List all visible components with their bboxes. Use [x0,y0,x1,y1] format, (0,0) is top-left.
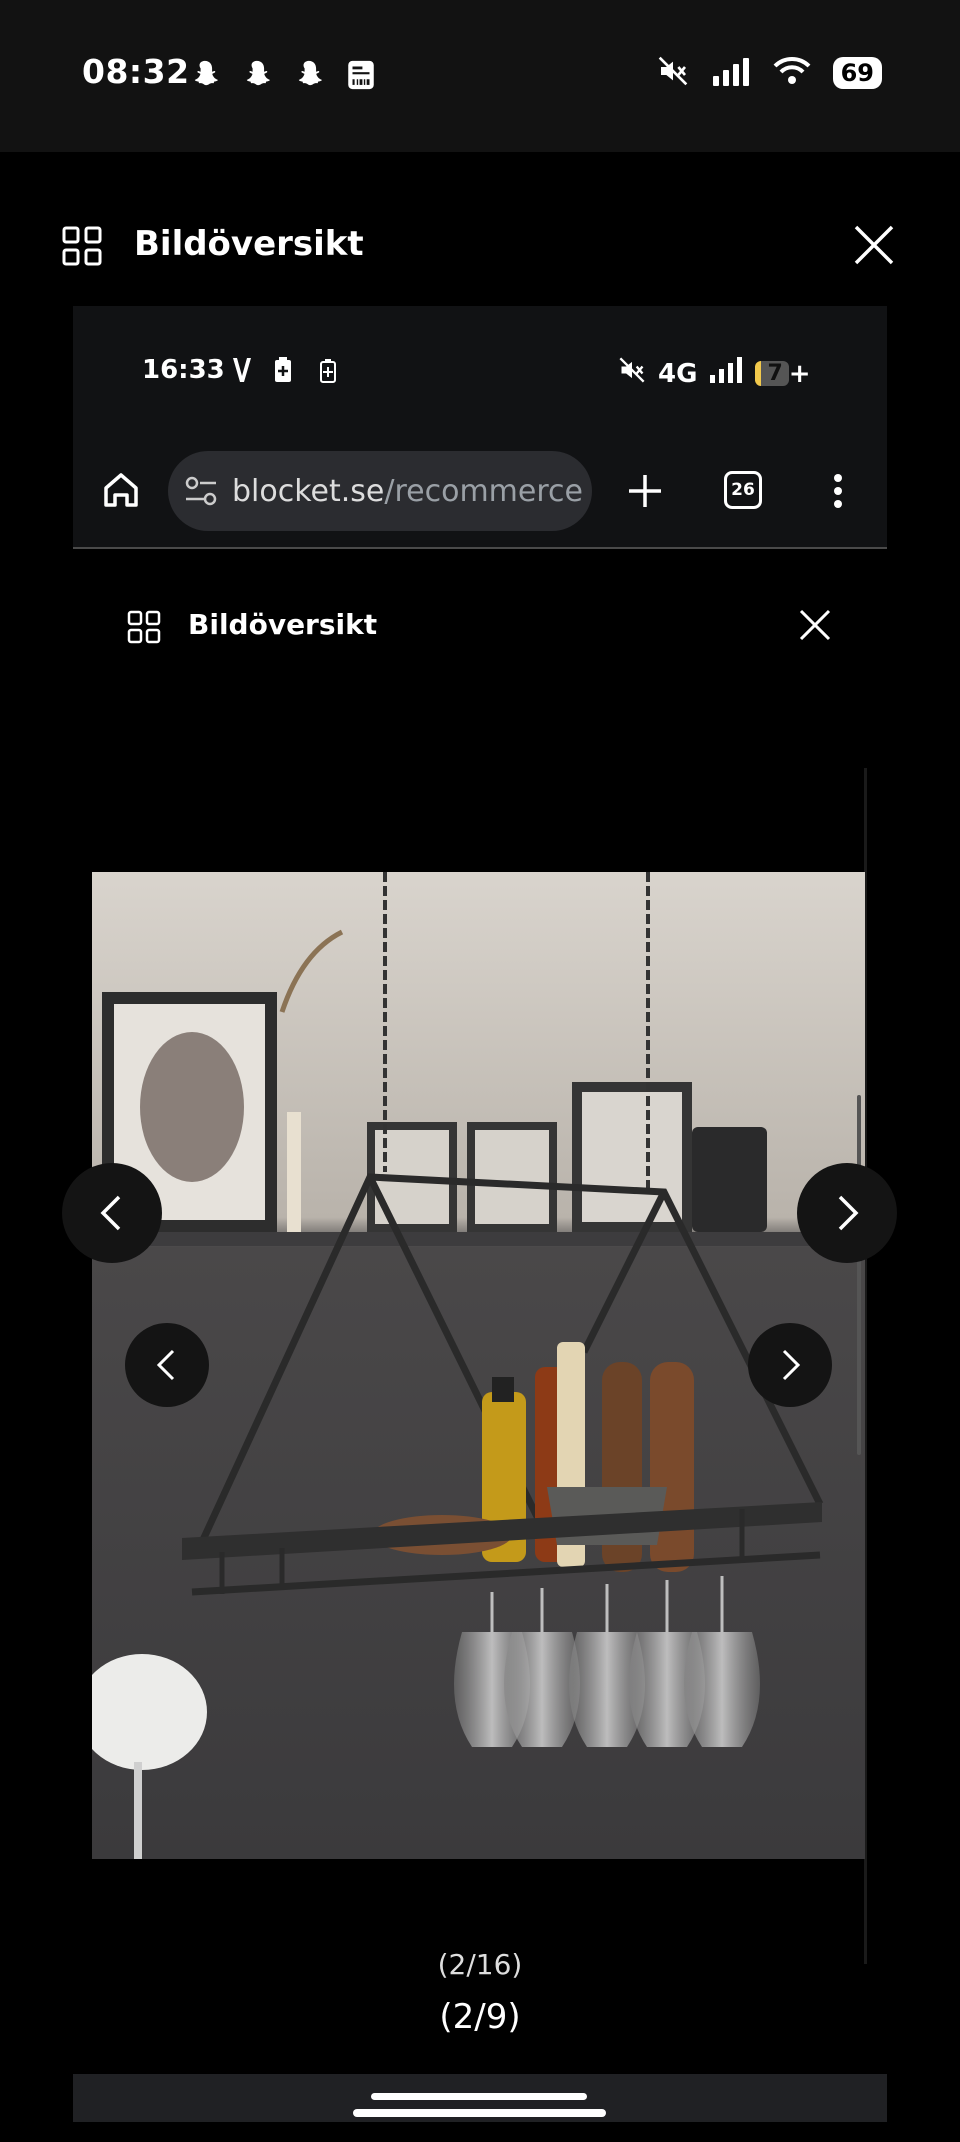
scroll-thumb[interactable] [857,1095,861,1455]
close-icon[interactable] [853,224,895,270]
url-bar[interactable]: blocket.se/recommerce/ [168,451,592,531]
network-type: 4G [658,358,698,389]
receipt-icon [344,58,378,92]
inner-status-time: 16:33 [142,355,225,385]
v-logo-icon [230,356,254,388]
battery-level: 7 [755,361,789,386]
next-image-button[interactable] [797,1163,897,1263]
battery-indicator: 69 [832,57,882,89]
mute-icon [618,356,646,391]
home-icon[interactable] [101,470,141,514]
site-settings-icon[interactable] [184,475,218,511]
url-domain: blocket.se [232,473,385,509]
snapchat-icon [188,58,222,92]
close-icon[interactable] [798,608,832,646]
battery-saver-icon [272,356,294,388]
wifi-icon [773,56,811,90]
tab-switcher-button[interactable]: 26 [724,471,762,509]
divider [73,547,887,549]
url-path: /recommerce/ [384,473,582,509]
grid-icon[interactable] [62,226,102,270]
url-text: blocket.se/recommerce/ [232,474,582,509]
more-options-icon[interactable] [832,473,844,513]
inner-page-title: Bildöversikt [188,608,378,641]
page-title: Bildöversikt [134,224,364,264]
next-image-button[interactable] [748,1323,832,1407]
home-indicator[interactable] [371,2093,587,2100]
snapchat-icon [240,58,274,92]
battery-indicator: 7 + [755,358,811,389]
signal-icon [711,56,751,90]
new-tab-icon[interactable] [626,472,664,514]
status-indicators: 69 [657,55,882,91]
snapchat-icon [292,58,326,92]
signal-icon [709,357,743,390]
status-time: 08:32 [82,52,190,91]
home-indicator[interactable] [353,2109,606,2117]
grid-icon[interactable] [127,610,161,648]
previous-image-button[interactable] [62,1163,162,1263]
image-counter-inner: (2/16) [437,1948,523,1981]
inner-status-indicators: 4G 7 + [618,356,811,391]
image-counter: (2/9) [439,1997,521,2037]
previous-image-button[interactable] [125,1323,209,1407]
battery-saver-icon [318,358,338,388]
mute-icon [657,55,689,91]
charging-icon: + [788,358,811,389]
